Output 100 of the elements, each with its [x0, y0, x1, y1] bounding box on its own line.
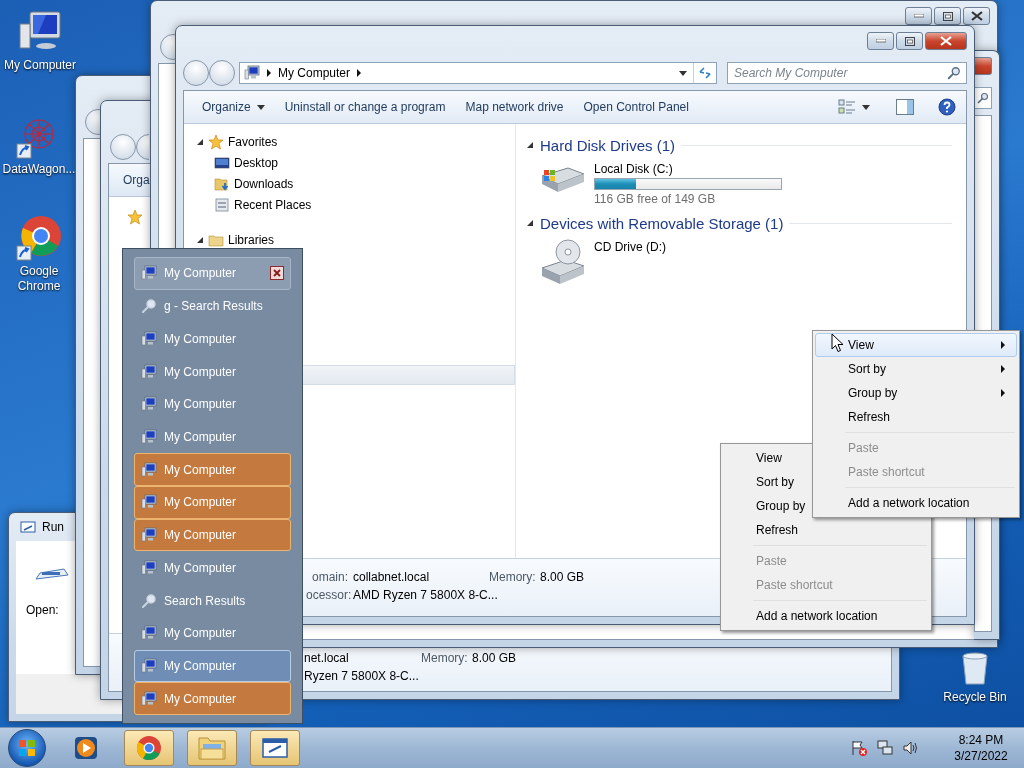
chrome-icon	[135, 734, 163, 762]
window-list-item[interactable]: My Computer	[134, 616, 291, 650]
taskbar-button[interactable]	[250, 730, 300, 766]
run-program-icon	[34, 567, 70, 581]
back-button[interactable]	[110, 134, 136, 160]
details-label: Memory:	[421, 651, 467, 667]
breadcrumb-arrow-icon	[266, 69, 272, 77]
menu-item[interactable]: Refresh	[815, 405, 1017, 429]
help-icon[interactable]	[938, 98, 956, 116]
submenu-arrow-icon	[1000, 341, 1006, 349]
refresh-icon	[698, 67, 712, 79]
details-value: net.local	[304, 651, 349, 667]
nav-item[interactable]: Favorites	[228, 134, 278, 149]
media-player-icon	[72, 734, 100, 762]
window-list-item[interactable]: My Computer	[134, 322, 291, 356]
computer-icon	[141, 690, 157, 707]
computer-icon	[141, 625, 157, 642]
window-list-item[interactable]: My Computer	[134, 420, 291, 454]
caret-icon	[862, 104, 870, 110]
minimize-button[interactable]	[905, 7, 932, 25]
domain-label: omain:	[310, 569, 348, 586]
nav-item[interactable]: Libraries	[228, 232, 275, 247]
taskbar-button[interactable]	[124, 730, 174, 766]
menu-item[interactable]: Group by	[815, 381, 1017, 405]
close-icon	[273, 269, 281, 278]
details-value: 8.00 GB	[472, 651, 517, 667]
preview-pane-icon[interactable]	[896, 99, 914, 115]
desktop-icon	[214, 154, 230, 171]
desktop-icon-label[interactable]: DataWagon...	[2, 162, 76, 177]
chrome-icon	[15, 214, 63, 262]
nav-item[interactable]: Recent Places	[234, 197, 312, 212]
menu-item[interactable]: Add a network location	[723, 604, 929, 628]
close-button[interactable]	[925, 32, 967, 50]
computer-icon	[141, 265, 157, 282]
clock-time[interactable]: 8:24 PM	[958, 732, 1004, 748]
toolbar-button[interactable]: Map network drive	[455, 95, 574, 119]
expand-arrow-icon[interactable]	[196, 137, 204, 146]
submenu-arrow-icon	[1000, 389, 1006, 397]
breadcrumb-arrow-icon	[356, 69, 363, 77]
maximize-icon	[904, 36, 915, 46]
maximize-icon	[942, 11, 953, 21]
drive-name[interactable]: CD Drive (D:)	[594, 240, 666, 254]
window-list-item[interactable]: Search Results	[134, 584, 291, 617]
window-list-item[interactable]: My Computer	[134, 551, 291, 585]
downloads-folder-icon	[214, 175, 230, 192]
maximize-button[interactable]	[934, 7, 961, 25]
expand-arrow-icon[interactable]	[526, 219, 534, 227]
search-icon	[947, 66, 961, 80]
close-icon	[940, 36, 952, 46]
window-list-item[interactable]: My Computer	[134, 355, 291, 388]
expand-arrow-icon[interactable]	[196, 235, 204, 244]
desktop-icon-label[interactable]: My Computer	[4, 58, 76, 73]
breadcrumb-item[interactable]: My Computer	[278, 66, 351, 80]
minimize-icon	[875, 39, 886, 43]
maximize-button[interactable]	[896, 32, 923, 50]
mouse-cursor-icon	[831, 333, 844, 353]
view-list-icon	[838, 99, 856, 115]
run-icon	[20, 521, 36, 533]
close-icon	[970, 11, 983, 21]
close-button[interactable]	[963, 7, 990, 25]
window-list-item[interactable]: g - Search Results	[134, 289, 291, 323]
search-icon	[141, 298, 157, 315]
address-bar[interactable]: My Computer	[239, 62, 717, 84]
desktop-icon-label[interactable]: Google Chrome	[9, 264, 69, 294]
star-icon	[208, 133, 224, 150]
window-list-item[interactable]: My Computer	[134, 387, 291, 421]
nav-item[interactable]: Downloads	[234, 176, 294, 191]
volume-icon[interactable]	[902, 739, 920, 757]
free-space-text: 116 GB free of 149 GB	[594, 192, 717, 206]
view-options-button[interactable]	[838, 99, 870, 115]
clock-date[interactable]: 3/27/2022	[954, 748, 1008, 764]
minimize-icon	[913, 14, 924, 18]
computer-icon	[141, 494, 157, 511]
group-heading[interactable]: Devices with Removable Storage (1)	[540, 214, 784, 232]
start-button[interactable]	[8, 729, 46, 767]
toolbar-text[interactable]: Orga	[123, 173, 150, 187]
toolbar-button[interactable]: Uninstall or change a program	[274, 95, 456, 119]
star-icon	[127, 209, 143, 225]
computer-icon	[141, 330, 157, 347]
drive-name[interactable]: Local Disk (C:)	[594, 162, 782, 176]
computer-icon	[141, 527, 157, 544]
details-value: Ryzen 7 5800X 8-C...	[304, 669, 419, 685]
menu-item[interactable]: Add a network location	[815, 491, 1017, 515]
expand-arrow-icon[interactable]	[526, 141, 534, 149]
search-field[interactable]: Search My Computer	[727, 62, 967, 84]
toolbar-button[interactable]: Organize	[192, 95, 275, 119]
action-center-flag-icon[interactable]	[850, 739, 868, 757]
desktop-icon-label[interactable]: Recycle Bin	[943, 690, 1007, 705]
details-value: 8.00 GB	[540, 569, 585, 586]
network-icon[interactable]	[876, 739, 894, 757]
close-button[interactable]	[270, 266, 284, 281]
forward-button[interactable]	[209, 60, 235, 86]
toolbar-button[interactable]: Open Control Panel	[573, 95, 699, 119]
minimize-button[interactable]	[867, 32, 894, 50]
menu-item[interactable]: Sort by	[815, 357, 1017, 381]
menu-item[interactable]: View	[815, 333, 1017, 357]
back-button[interactable]	[183, 60, 209, 86]
group-heading[interactable]: Hard Disk Drives (1)	[540, 136, 675, 154]
menu-item[interactable]: Refresh	[723, 518, 929, 542]
nav-item[interactable]: Desktop	[234, 155, 279, 170]
